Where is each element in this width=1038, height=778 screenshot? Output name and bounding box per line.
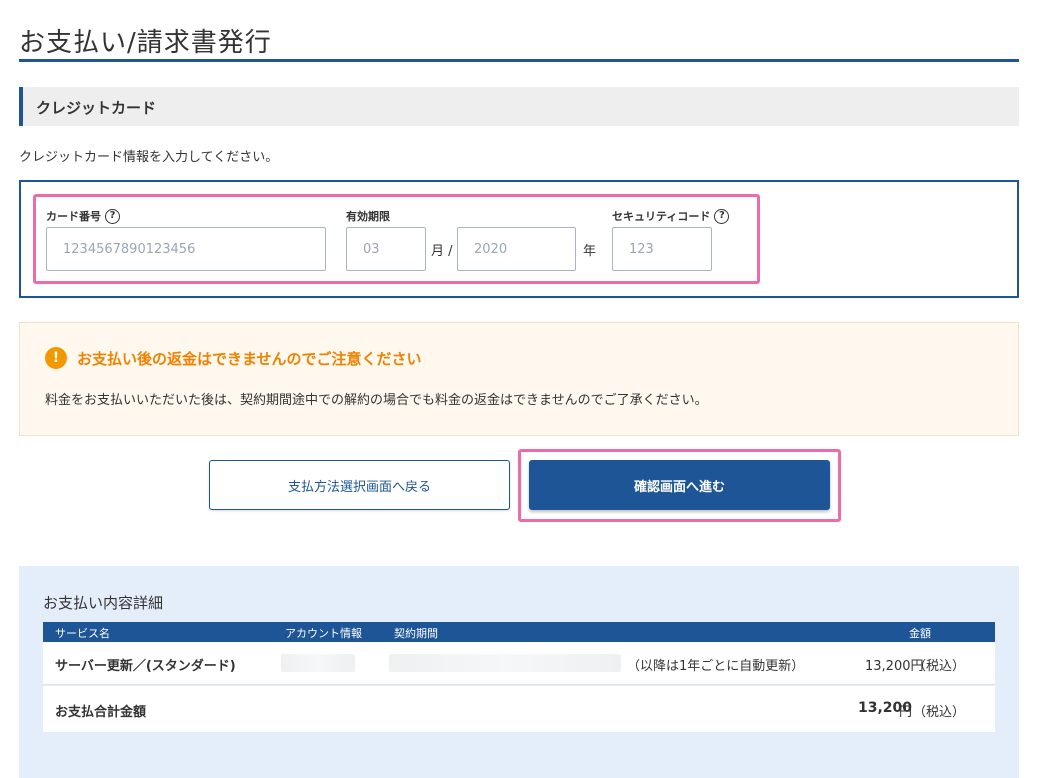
card-number-label: カード番号 ? xyxy=(46,208,120,224)
notice-header: ! お支払い後の返金はできませんのでご注意ください xyxy=(45,347,422,369)
next-button[interactable]: 確認画面へ進む xyxy=(529,460,830,510)
refund-notice: ! お支払い後の返金はできませんのでご注意ください 料金をお支払いいただいた後は… xyxy=(19,322,1019,436)
year-unit-label: 年 xyxy=(583,244,597,259)
notice-title: お支払い後の返金はできませんのでご注意ください xyxy=(77,349,422,368)
question-circle-icon[interactable]: ? xyxy=(714,208,730,224)
page-title: お支払い/請求書発行 xyxy=(19,28,272,58)
column-amount: 金額 xyxy=(909,627,931,640)
details-title: お支払い内容詳細 xyxy=(43,594,164,612)
month-unit-label: 月 / xyxy=(431,244,453,259)
exclamation-circle-icon: ! xyxy=(45,347,67,369)
expiry-month-input[interactable]: 03 xyxy=(346,227,426,271)
total-row: お支払合計金額 13,200 円 （税込） xyxy=(43,686,995,732)
period-redacted xyxy=(389,654,621,672)
account-info-redacted xyxy=(281,654,355,672)
table-row: サーバー更新／(スタンダード) （以降は1年ごとに自動更新） 13,200円 （… xyxy=(43,642,995,685)
service-name: サーバー更新／(スタンダード) xyxy=(55,659,236,674)
card-number-input[interactable]: 1234567890123456 xyxy=(46,227,326,271)
question-circle-icon[interactable]: ? xyxy=(105,208,120,224)
back-button[interactable]: 支払方法選択画面へ戻る xyxy=(209,460,510,510)
section-header: クレジットカード xyxy=(19,87,1019,126)
total-label: お支払合計金額 xyxy=(55,705,147,720)
expiry-label: 有効期限 xyxy=(346,210,390,223)
title-divider xyxy=(19,59,1019,62)
intro-text: クレジットカード情報を入力してください。 xyxy=(19,150,279,165)
column-period: 契約期間 xyxy=(394,627,438,640)
section-title: クレジットカード xyxy=(36,99,157,117)
notice-body: 料金をお支払いいただいた後は、契約期間途中での解約の場合でも料金の返金はできませ… xyxy=(45,393,708,408)
column-service: サービス名 xyxy=(55,627,110,640)
column-account: アカウント情報 xyxy=(285,627,362,640)
renewal-note: （以降は1年ごとに自動更新） xyxy=(627,659,805,674)
security-code-label: セキュリティコード ? xyxy=(612,208,730,224)
security-code-input[interactable]: 123 xyxy=(612,227,712,271)
total-tax: （税込） xyxy=(913,705,966,720)
item-tax: （税込） xyxy=(913,659,966,674)
table-header: サービス名 アカウント情報 契約期間 金額 xyxy=(43,622,995,642)
expiry-year-input[interactable]: 2020 xyxy=(457,227,576,271)
total-unit: 円 xyxy=(899,705,913,720)
payment-details: お支払い内容詳細 サービス名 アカウント情報 契約期間 金額 サーバー更新／(ス… xyxy=(19,566,1019,778)
